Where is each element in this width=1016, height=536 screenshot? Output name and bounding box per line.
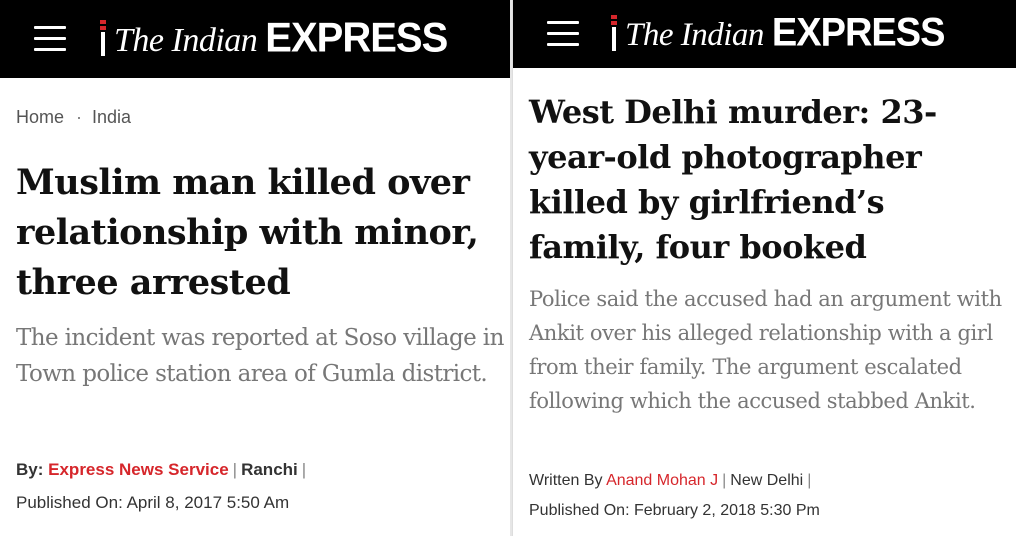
breadcrumb: Home · India: [16, 107, 131, 128]
site-logo[interactable]: The Indian EXPRESS: [609, 10, 946, 56]
byline: Written By Anand Mohan J | New Delhi |: [529, 472, 815, 490]
article-summary: The incident was reported at Soso villag…: [16, 325, 504, 387]
byline-place: New Delhi: [730, 472, 804, 489]
byline-author-link[interactable]: Express News Service: [48, 460, 229, 479]
byline-separator-end: |: [807, 472, 812, 489]
logo-text-serif: The Indian: [625, 17, 764, 53]
logo-mark-icon: [609, 14, 619, 53]
byline: By: Express News Service | Ranchi |: [16, 460, 310, 480]
breadcrumb-india-link[interactable]: India: [92, 107, 131, 127]
left-article-panel: The Indian EXPRESS Home · India Muslim man…: [0, 0, 510, 536]
top-bar: The Indian EXPRESS: [0, 0, 510, 78]
logo-text-sans: EXPRESS: [265, 14, 448, 62]
byline-label: By:: [16, 460, 44, 479]
breadcrumb-separator: ·: [76, 107, 83, 127]
article-headline: Muslim man killed over relationship with…: [16, 162, 479, 303]
published-date: Published On: February 2, 2018 5:30 Pm: [529, 502, 820, 519]
logo-mark-icon: [98, 19, 108, 58]
byline-place: Ranchi: [241, 460, 298, 479]
logo-text-sans: EXPRESS: [771, 10, 946, 56]
logo-text-serif: The Indian: [114, 22, 258, 59]
hamburger-menu-icon[interactable]: [34, 26, 66, 52]
byline-label: Written By: [529, 472, 603, 489]
byline-separator: |: [232, 460, 238, 479]
article-headline: West Delhi murder: 23-year-old photograp…: [529, 93, 937, 266]
site-logo[interactable]: The Indian EXPRESS: [98, 14, 448, 62]
breadcrumb-home-link[interactable]: Home: [16, 107, 64, 127]
article-summary: Police said the accused had an argument …: [529, 287, 1002, 413]
right-article-panel: The Indian EXPRESS West Delhi murder: 23…: [512, 0, 1016, 536]
byline-author-link[interactable]: Anand Mohan J: [606, 472, 718, 489]
byline-separator: |: [722, 472, 727, 489]
top-bar: The Indian EXPRESS: [513, 0, 1016, 68]
byline-separator-end: |: [301, 460, 307, 479]
published-date: Published On: April 8, 2017 5:50 Am: [16, 493, 290, 512]
hamburger-menu-icon[interactable]: [547, 21, 579, 47]
